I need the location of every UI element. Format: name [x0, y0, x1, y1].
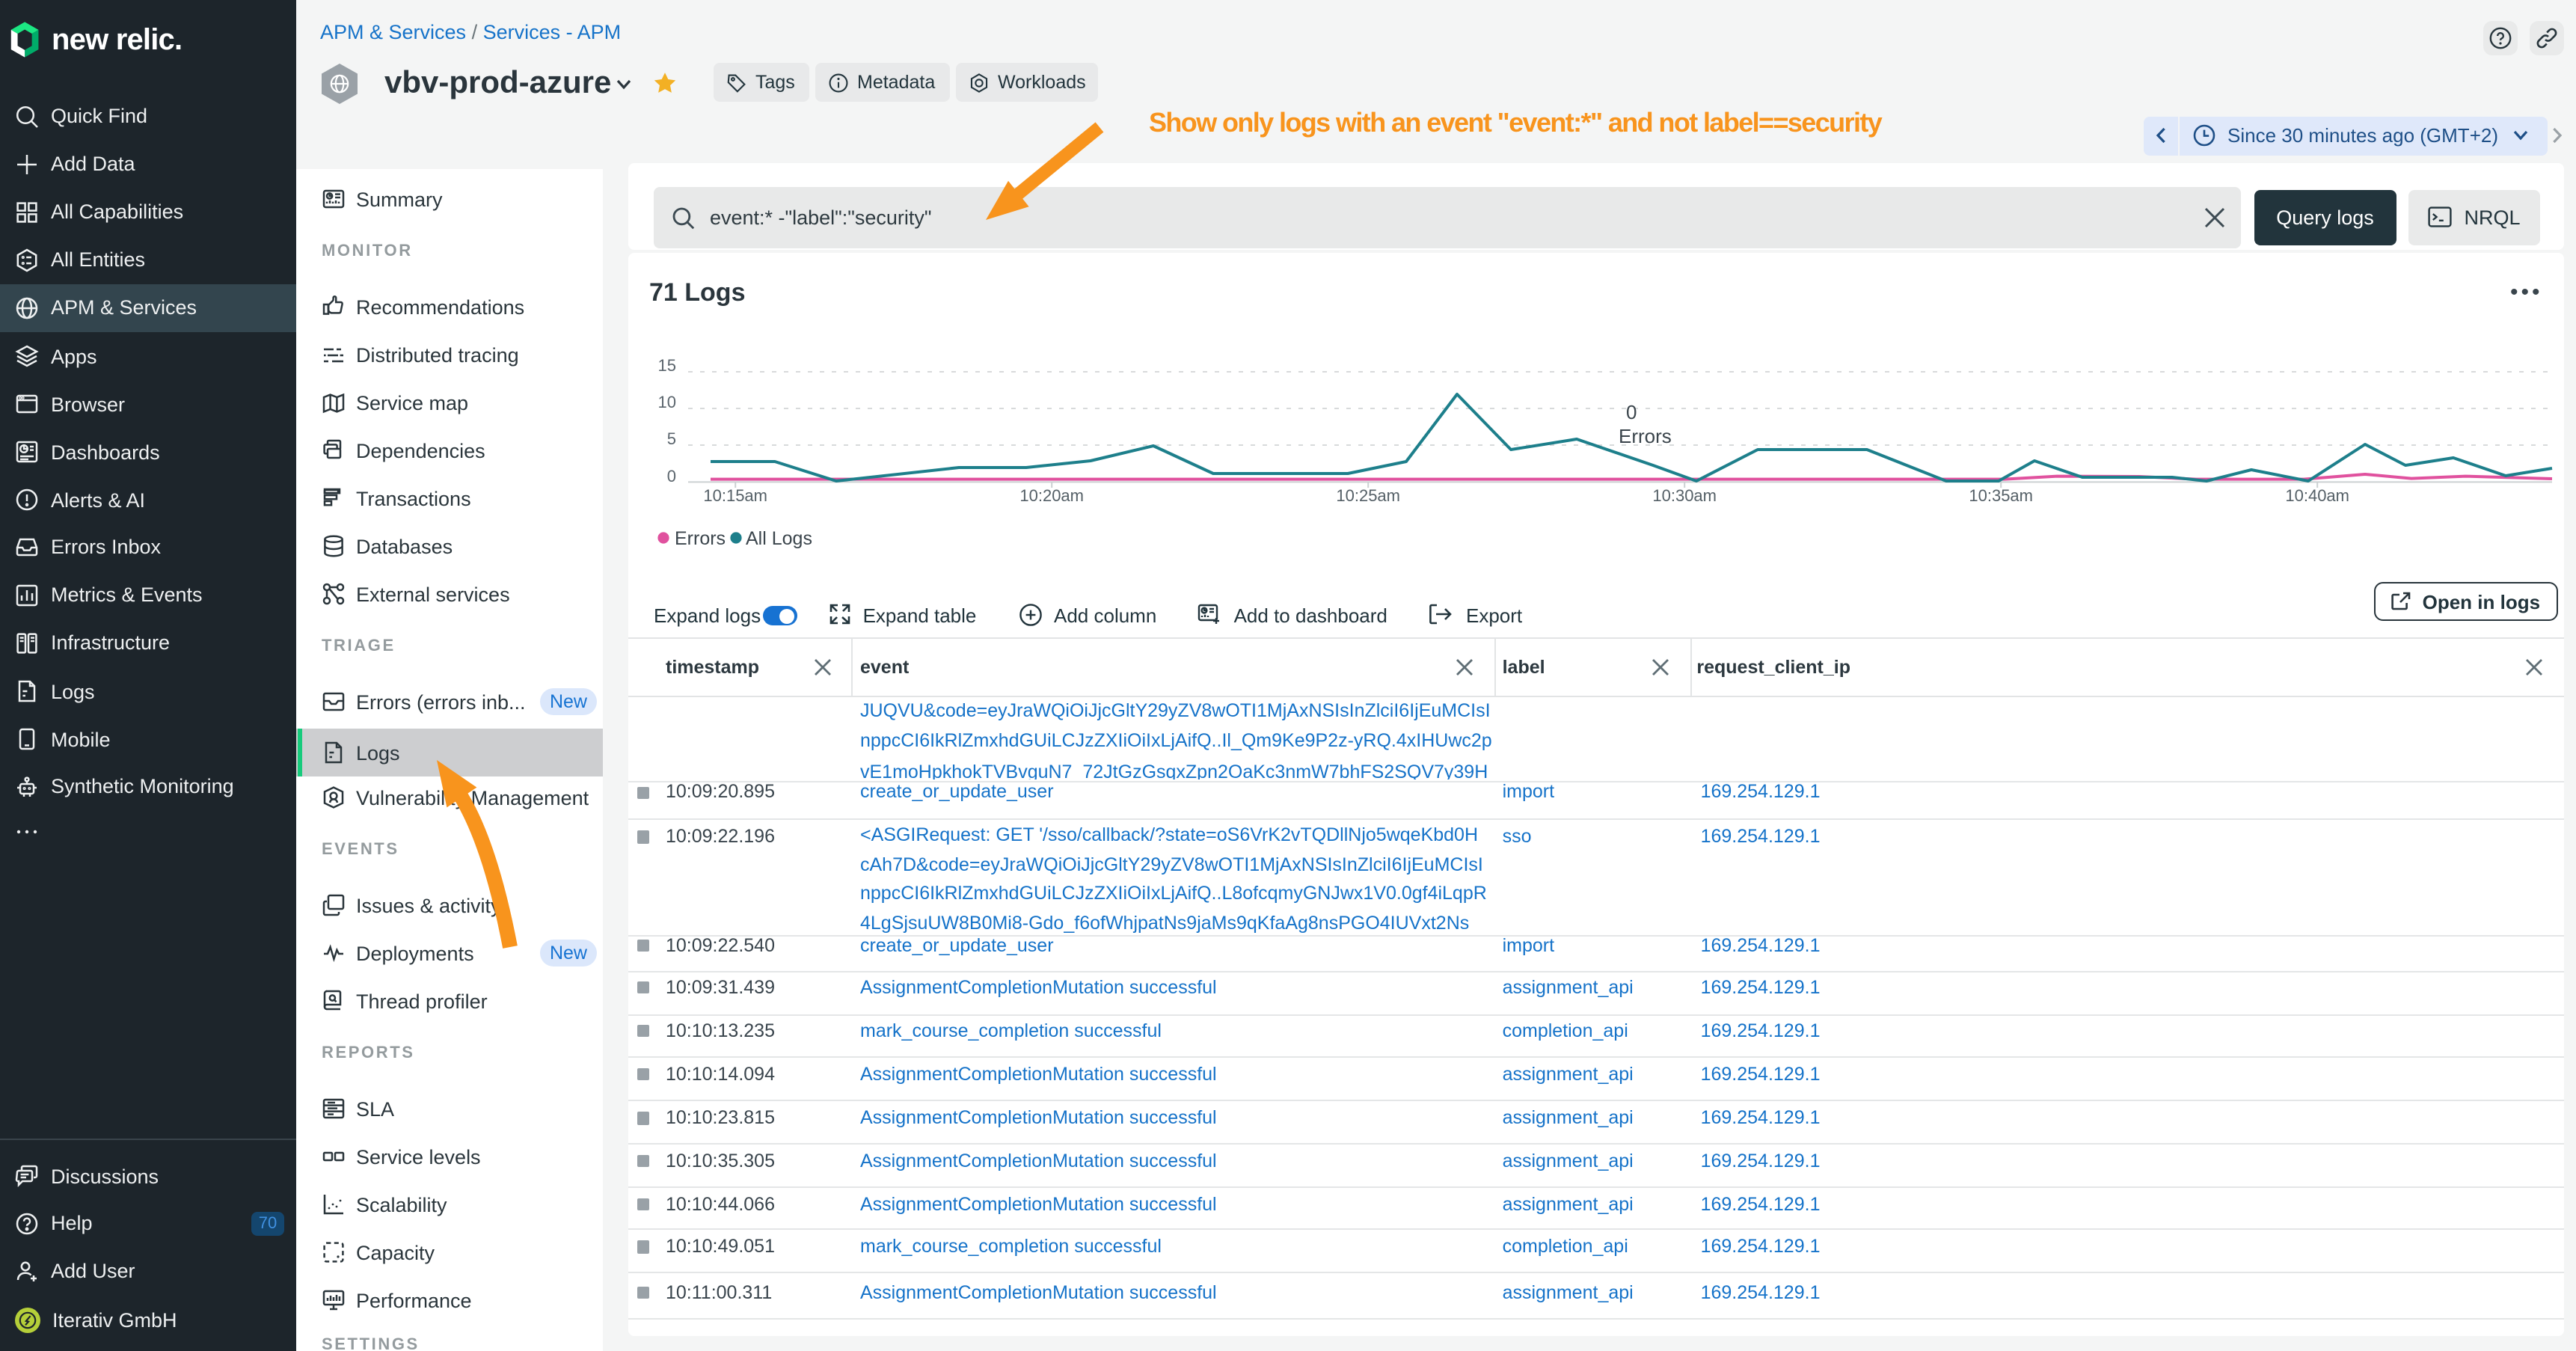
svg-text:Errors: Errors — [675, 528, 726, 549]
svg-text:10:20am: 10:20am — [1019, 486, 1084, 505]
svg-text:15: 15 — [658, 356, 676, 375]
svg-text:10:15am: 10:15am — [703, 486, 767, 505]
svg-text:10:30am: 10:30am — [1652, 486, 1717, 505]
svg-text:10:40am: 10:40am — [2285, 486, 2349, 505]
svg-text:0: 0 — [1626, 401, 1637, 423]
svg-text:5: 5 — [667, 429, 676, 448]
svg-text:10:35am: 10:35am — [1969, 486, 2033, 505]
svg-text:Errors: Errors — [1619, 425, 1672, 447]
svg-text:10:25am: 10:25am — [1336, 486, 1400, 505]
svg-text:All Logs: All Logs — [746, 528, 812, 549]
svg-text:10: 10 — [658, 393, 676, 411]
svg-text:0: 0 — [667, 467, 676, 485]
